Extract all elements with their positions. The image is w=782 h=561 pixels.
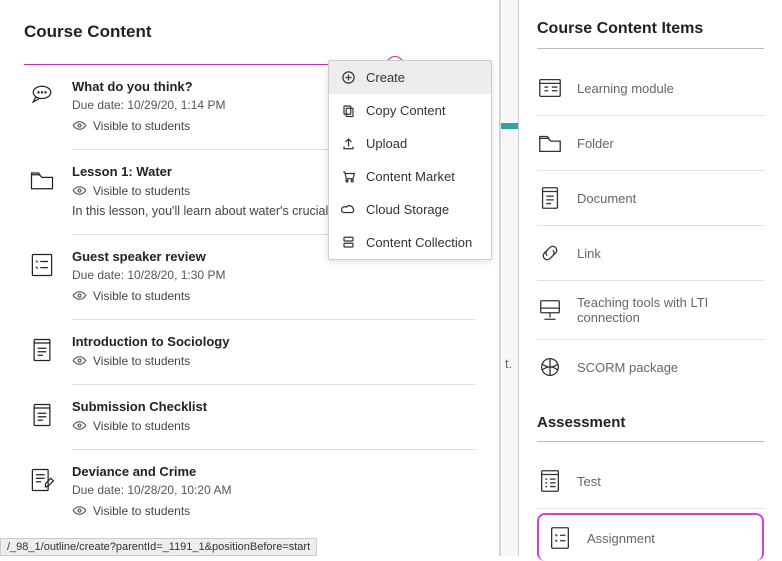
- divider: [72, 319, 475, 320]
- eye-icon: [72, 353, 87, 368]
- visibility-label: Visible to students: [93, 119, 190, 133]
- create-item-panel: Course Content Items Learning module Fol…: [518, 0, 782, 556]
- content-item[interactable]: Deviance and Crime Due date: 10/28/20, 1…: [24, 464, 475, 528]
- create-test[interactable]: Test: [537, 454, 764, 509]
- create-label: Folder: [577, 136, 614, 151]
- learning-module-icon: [537, 75, 563, 101]
- document-icon: [26, 334, 58, 368]
- assignment-icon: [26, 249, 58, 303]
- content-item[interactable]: Introduction to Sociology Visible to stu…: [24, 334, 475, 378]
- menu-content-collection[interactable]: Content Collection: [329, 226, 491, 259]
- item-title: Introduction to Sociology: [72, 334, 475, 349]
- plus-circle-icon: [341, 70, 356, 85]
- visibility-toggle[interactable]: Visible to students: [72, 353, 475, 368]
- eye-icon: [72, 503, 87, 518]
- create-label: Teaching tools with LTI connection: [577, 295, 764, 325]
- assignment-edit-icon: [26, 464, 58, 518]
- discussion-icon: [26, 79, 58, 133]
- cart-icon: [341, 169, 356, 184]
- eye-icon: [72, 288, 87, 303]
- menu-copy-content[interactable]: Copy Content: [329, 94, 491, 127]
- create-document[interactable]: Document: [537, 171, 764, 226]
- create-label: Assignment: [587, 531, 655, 546]
- create-learning-module[interactable]: Learning module: [537, 61, 764, 116]
- truncated-text: t.: [505, 356, 512, 371]
- visibility-toggle[interactable]: Visible to students: [72, 503, 475, 518]
- menu-label: Copy Content: [366, 103, 446, 118]
- menu-upload[interactable]: Upload: [329, 127, 491, 160]
- eye-icon: [72, 183, 87, 198]
- create-label: Link: [577, 246, 601, 261]
- test-icon: [537, 468, 563, 494]
- item-due: Due date: 10/28/20, 1:30 PM: [72, 268, 475, 282]
- panel-heading: Course Content Items: [537, 20, 764, 38]
- divider: [537, 441, 764, 442]
- visibility-label: Visible to students: [93, 289, 190, 303]
- scorm-icon: [537, 354, 563, 380]
- create-scorm[interactable]: SCORM package: [537, 340, 764, 394]
- visibility-toggle[interactable]: Visible to students: [72, 418, 475, 433]
- menu-cloud-storage[interactable]: Cloud Storage: [329, 193, 491, 226]
- create-assignment[interactable]: Assignment: [537, 513, 764, 561]
- menu-label: Content Market: [366, 169, 455, 184]
- link-icon: [537, 240, 563, 266]
- copy-icon: [341, 103, 356, 118]
- eye-icon: [72, 118, 87, 133]
- create-label: Document: [577, 191, 636, 206]
- lti-icon: [537, 297, 563, 323]
- visibility-label: Visible to students: [93, 504, 190, 518]
- assignment-icon: [547, 525, 573, 551]
- collection-icon: [341, 235, 356, 250]
- menu-label: Cloud Storage: [366, 202, 449, 217]
- eye-icon: [72, 418, 87, 433]
- visibility-label: Visible to students: [93, 354, 190, 368]
- menu-create[interactable]: Create: [329, 61, 491, 94]
- create-label: SCORM package: [577, 360, 678, 375]
- create-folder[interactable]: Folder: [537, 116, 764, 171]
- divider: [72, 384, 475, 385]
- upload-icon: [341, 136, 356, 151]
- item-title: Submission Checklist: [72, 399, 475, 414]
- folder-icon: [26, 164, 58, 218]
- accent-bar: [501, 123, 518, 129]
- create-label: Learning module: [577, 81, 674, 96]
- menu-label: Content Collection: [366, 235, 472, 250]
- cloud-icon: [341, 202, 356, 217]
- content-item[interactable]: Submission Checklist Visible to students: [24, 399, 475, 443]
- document-icon: [537, 185, 563, 211]
- folder-icon: [537, 130, 563, 156]
- background-strip: t.: [500, 0, 518, 556]
- divider: [72, 449, 475, 450]
- visibility-label: Visible to students: [93, 419, 190, 433]
- page-title: Course Content: [24, 22, 475, 42]
- assessment-heading: Assessment: [537, 414, 764, 431]
- item-title: Deviance and Crime: [72, 464, 475, 479]
- document-icon: [26, 399, 58, 433]
- menu-content-market[interactable]: Content Market: [329, 160, 491, 193]
- status-url: /_98_1/outline/create?parentId=_1191_1&p…: [0, 538, 317, 556]
- create-lti-tool[interactable]: Teaching tools with LTI connection: [537, 281, 764, 340]
- visibility-label: Visible to students: [93, 184, 190, 198]
- create-label: Test: [577, 474, 601, 489]
- menu-label: Upload: [366, 136, 407, 151]
- visibility-toggle[interactable]: Visible to students: [72, 288, 475, 303]
- menu-label: Create: [366, 70, 405, 85]
- create-link[interactable]: Link: [537, 226, 764, 281]
- divider: [537, 48, 764, 49]
- item-due: Due date: 10/28/20, 10:20 AM: [72, 483, 475, 497]
- add-content-menu: Create Copy Content Upload Content Marke…: [328, 60, 492, 260]
